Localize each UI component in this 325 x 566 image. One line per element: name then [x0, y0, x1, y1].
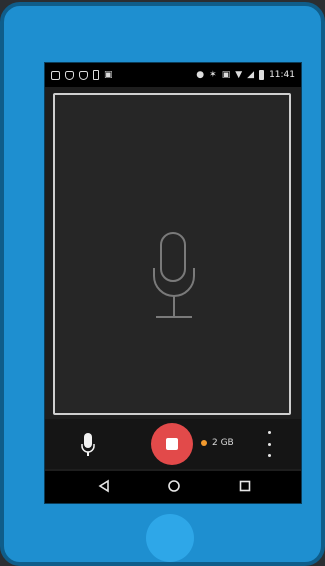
vibrate-icon: ▣	[221, 69, 231, 80]
status-bar-right: ● ✶ ▣ ▼ ◢ 11:41	[196, 70, 295, 80]
bluetooth-icon: ✶	[209, 69, 217, 80]
storage-text: 2 GB	[212, 438, 234, 448]
more-vertical-icon	[267, 431, 271, 434]
camera-preview-area	[53, 93, 291, 415]
device-home-button[interactable]	[146, 514, 194, 562]
phone-icon	[93, 70, 99, 80]
image-icon	[51, 70, 60, 80]
shield-icon	[65, 70, 74, 80]
storage-indicator: 2 GB	[201, 438, 234, 448]
stop-icon	[166, 438, 178, 450]
more-options-button[interactable]	[263, 431, 275, 457]
briefcase-icon: ▣	[104, 69, 113, 80]
battery-icon	[259, 70, 265, 80]
stop-recording-button[interactable]	[151, 423, 193, 465]
phone-device-frame: ▣ ● ✶ ▣ ▼ ◢ 11:41 2 GB	[0, 2, 325, 566]
microphone-icon	[153, 232, 195, 318]
phone-screen: ▣ ● ✶ ▣ ▼ ◢ 11:41 2 GB	[44, 62, 302, 504]
signal-icon: ◢	[247, 69, 255, 80]
storage-status-dot	[201, 440, 207, 446]
recording-controls-bar: 2 GB	[45, 419, 301, 469]
recent-apps-icon[interactable]	[238, 479, 252, 493]
microphone-icon[interactable]	[81, 433, 95, 457]
home-icon[interactable]	[167, 479, 181, 493]
wifi-icon: ▼	[235, 69, 243, 80]
shield-icon	[79, 70, 88, 80]
android-navigation-bar	[45, 471, 301, 503]
status-bar: ▣ ● ✶ ▣ ▼ ◢ 11:41	[45, 63, 301, 87]
location-icon: ●	[196, 69, 205, 80]
back-icon[interactable]	[97, 479, 111, 493]
status-bar-left: ▣	[51, 70, 113, 80]
status-time: 11:41	[269, 70, 295, 80]
